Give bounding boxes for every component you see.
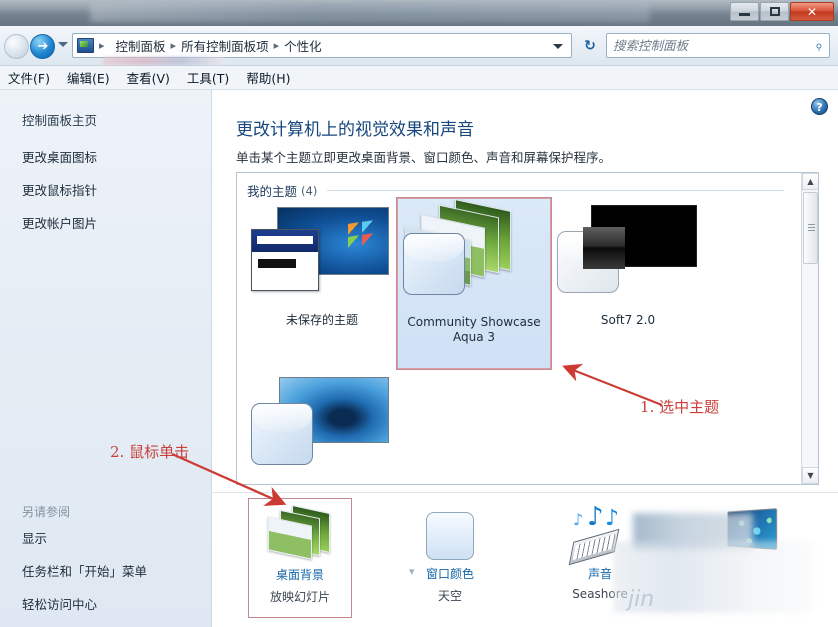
theme-item-unsaved[interactable]: 未保存的主题 xyxy=(245,201,399,366)
breadcrumb-item-1[interactable]: 控制面板 xyxy=(116,36,166,55)
annotation-label-2: 2. 鼠标单击 xyxy=(110,443,190,461)
address-blurred-text xyxy=(103,57,223,65)
sidebar-item-taskbar-start[interactable]: 任务栏和「开始」菜单 xyxy=(22,561,147,580)
theme-label: Soft7 2.0 xyxy=(600,313,656,327)
watermark: jin xyxy=(628,587,655,612)
sidebar-item-change-desktop-icons[interactable]: 更改桌面图标 xyxy=(22,147,97,166)
forward-icon[interactable]: ➔ xyxy=(30,34,55,59)
annotation-label-1: 1. 选中主题 xyxy=(640,398,720,416)
theme-settings-strip: 桌面背景 放映幻灯片 窗口颜色 天空 ♪ ♪ ♪ 声音 Seashore ▾ j… xyxy=(213,492,838,627)
theme-item-community-showcase-aqua-3[interactable]: Community Showcase Aqua 3 xyxy=(396,197,552,370)
theme-thumbnail xyxy=(399,199,549,313)
menu-bar: 文件(F) 编辑(E) 查看(V) 工具(T) 帮助(H) xyxy=(0,66,838,90)
breadcrumb-item-2[interactable]: 所有控制面板项 xyxy=(181,36,269,55)
control-panel-icon xyxy=(77,38,94,53)
scrollbar-grip-icon xyxy=(808,224,815,231)
close-icon: ✕ xyxy=(806,4,818,19)
menu-file[interactable]: 文件(F) xyxy=(8,68,50,87)
sidebar-task-links: 更改桌面图标 更改鼠标指针 更改帐户图片 xyxy=(22,147,97,246)
menu-help[interactable]: 帮助(H) xyxy=(246,68,290,87)
theme-thumbnail xyxy=(247,201,397,311)
setting-title[interactable]: 桌面背景 xyxy=(249,566,351,583)
sidebar-item-change-account-picture[interactable]: 更改帐户图片 xyxy=(22,213,97,232)
maximize-button[interactable] xyxy=(760,2,789,21)
menu-view[interactable]: 查看(V) xyxy=(127,68,170,87)
window-preview-accent xyxy=(583,227,625,269)
scroll-up-button[interactable]: ▲ xyxy=(802,173,818,190)
title-bar: ✕ xyxy=(0,0,838,26)
breadcrumb-item-3[interactable]: 个性化 xyxy=(284,36,322,55)
setting-window-color[interactable]: 窗口颜色 天空 xyxy=(398,498,502,604)
window-preview-icon xyxy=(403,233,465,295)
minimize-button[interactable] xyxy=(730,2,759,21)
theme-label: Community Showcase Aqua 3 xyxy=(407,315,541,344)
back-icon[interactable] xyxy=(4,34,29,59)
theme-group-label: 我的主题 xyxy=(247,184,298,199)
sidebar-item-ease-of-access[interactable]: 轻松访问中心 xyxy=(22,594,147,613)
minimize-icon xyxy=(739,13,750,16)
theme-item-soft7-2-0[interactable]: Soft7 2.0 xyxy=(551,201,705,366)
maximize-icon xyxy=(769,7,780,16)
theme-group-divider xyxy=(327,190,784,191)
help-icon[interactable]: ? xyxy=(811,98,828,115)
breadcrumb-separator: ▸ xyxy=(170,39,177,52)
sidebar-item-change-mouse-pointers[interactable]: 更改鼠标指针 xyxy=(22,180,97,199)
window-preview-icon xyxy=(251,229,319,291)
page-title: 更改计算机上的视觉效果和声音 xyxy=(236,120,474,140)
navigation-bar: ➔ ▸ 控制面板 ▸ 所有控制面板项 ▸ 个性化 ↻ ⌕ xyxy=(0,26,838,66)
search-box[interactable]: ⌕ xyxy=(606,33,830,58)
scrollbar-thumb[interactable] xyxy=(803,192,818,264)
window-controls: ✕ xyxy=(729,2,834,21)
dropdown-caret-icon: ▾ xyxy=(409,565,415,578)
theme-list-scrollbar[interactable]: ▲ ▼ xyxy=(801,173,818,484)
sidebar-item-control-panel-home[interactable]: 控制面板主页 xyxy=(22,110,97,129)
menu-tools[interactable]: 工具(T) xyxy=(187,68,229,87)
see-also-title: 另请参阅 xyxy=(22,505,71,519)
breadcrumb-separator: ▸ xyxy=(99,39,105,52)
theme-list[interactable]: 我的主题 (4) 未保存的主题 Community Showcase Aqua … xyxy=(236,172,819,485)
theme-label: 未保存的主题 xyxy=(285,313,358,327)
theme-group-count: (4) xyxy=(301,183,318,198)
refresh-icon[interactable]: ↻ xyxy=(578,34,602,57)
sidebar: 控制面板主页 更改桌面图标 更改鼠标指针 更改帐户图片 另请参阅 显示 任务栏和… xyxy=(0,90,212,627)
close-button[interactable]: ✕ xyxy=(790,2,834,21)
title-bar-blurred-text xyxy=(90,2,650,22)
address-dropdown-icon[interactable] xyxy=(553,44,563,49)
menu-edit[interactable]: 编辑(E) xyxy=(67,68,110,87)
chevron-down-icon[interactable] xyxy=(58,42,68,47)
setting-value: 天空 xyxy=(437,589,462,603)
sidebar-item-display[interactable]: 显示 xyxy=(22,528,147,547)
search-input[interactable] xyxy=(613,38,816,53)
see-also-links: 显示 任务栏和「开始」菜单 轻松访问中心 xyxy=(22,528,147,627)
theme-thumbnail xyxy=(553,201,703,311)
page-subtitle: 单击某个主题立即更改桌面背景、窗口颜色、声音和屏幕保护程序。 xyxy=(236,150,612,165)
breadcrumb-separator: ▸ xyxy=(273,39,280,52)
address-bar[interactable]: ▸ 控制面板 ▸ 所有控制面板项 ▸ 个性化 xyxy=(72,33,572,65)
scroll-down-button[interactable]: ▼ xyxy=(802,467,818,484)
window-color-icon xyxy=(398,498,502,560)
personalization-window: ✕ ➔ ▸ 控制面板 ▸ 所有控制面板项 ▸ 个性化 ↻ ⌕ xyxy=(0,0,838,627)
setting-desktop-background[interactable]: 桌面背景 放映幻灯片 xyxy=(248,498,352,618)
setting-value: 放映幻灯片 xyxy=(269,590,330,604)
